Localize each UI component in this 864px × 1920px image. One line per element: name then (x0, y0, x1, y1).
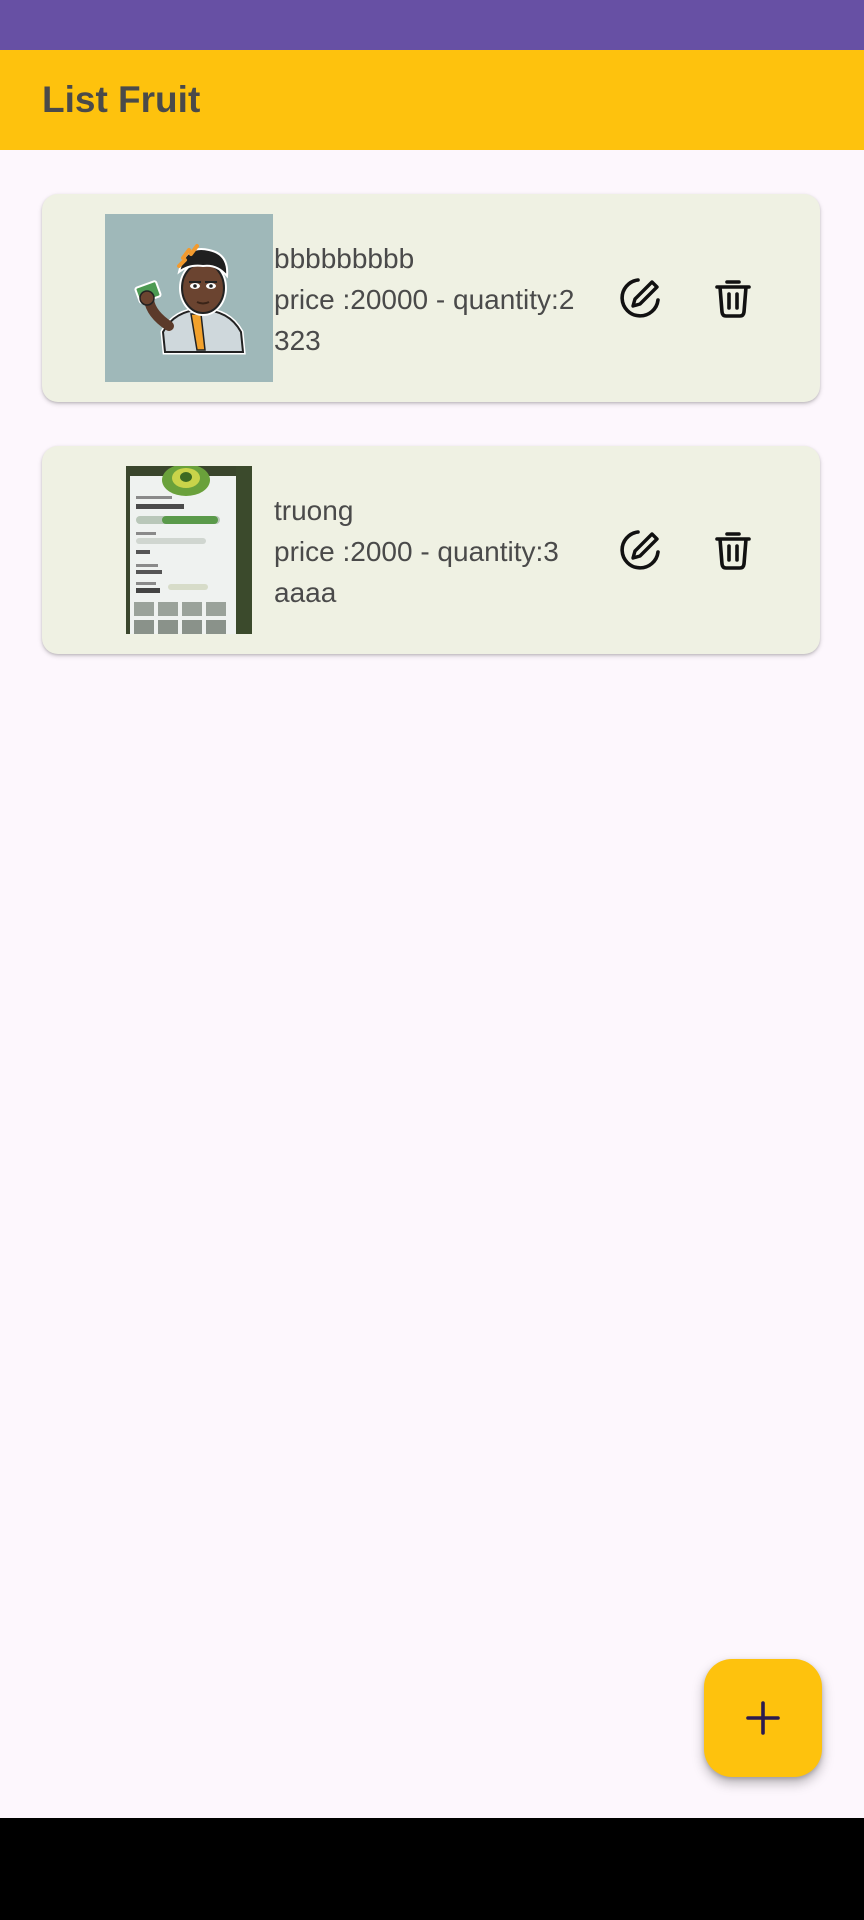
plus-icon (746, 1701, 780, 1735)
add-fruit-button[interactable] (704, 1659, 822, 1777)
fruit-price-quantity: price :2000 - quantity:3 (274, 536, 559, 567)
list-item[interactable]: truong price :2000 - quantity:3 aaaa (42, 446, 820, 654)
edit-icon (620, 278, 660, 318)
navigation-bar (0, 1818, 864, 1920)
trash-icon (715, 532, 751, 570)
page-title: List Fruit (42, 79, 201, 120)
delete-button[interactable] (711, 276, 755, 320)
edit-button[interactable] (618, 276, 662, 320)
list-item[interactable]: bbbbbbbbb price :20000 - quantity:2 323 (42, 194, 820, 402)
game-screenshot-image (126, 466, 252, 634)
fruit-image (105, 214, 273, 382)
fruit-details: truong price :2000 - quantity:3 aaaa (274, 490, 592, 613)
fruit-list[interactable]: bbbbbbbbb price :20000 - quantity:2 323 (0, 150, 864, 1818)
fruit-name: truong (274, 495, 354, 526)
app-bar: List Fruit (0, 50, 864, 150)
fruit-image (126, 466, 252, 634)
trash-icon (715, 280, 751, 318)
fruit-details: bbbbbbbbb price :20000 - quantity:2 323 (274, 238, 592, 361)
fruit-extra: 323 (274, 325, 321, 356)
delete-button[interactable] (711, 528, 755, 572)
cartoon-avatar-image (105, 214, 273, 382)
fruit-name: bbbbbbbbb (274, 243, 415, 274)
status-bar (0, 0, 864, 50)
edit-button[interactable] (618, 528, 662, 572)
edit-icon (620, 530, 660, 570)
fruit-extra: aaaa (274, 577, 337, 608)
fruit-price-quantity: price :20000 - quantity:2 (274, 284, 575, 315)
